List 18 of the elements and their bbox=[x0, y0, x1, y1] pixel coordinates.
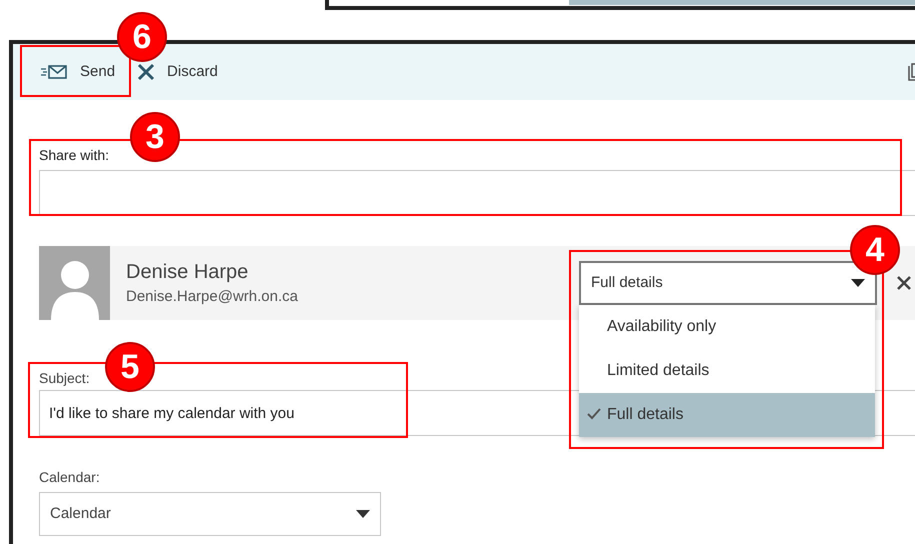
remove-icon[interactable] bbox=[897, 276, 911, 290]
menu-option[interactable]: Limited details bbox=[579, 349, 875, 393]
field-label: Calendar: bbox=[39, 468, 100, 486]
permission-dropdown[interactable]: Full details bbox=[579, 261, 877, 305]
caret-icon bbox=[356, 510, 370, 518]
caret-icon bbox=[851, 279, 865, 287]
menu-option[interactable]: Availability only bbox=[579, 305, 875, 349]
field-label: Subject: bbox=[39, 369, 90, 387]
step-badge: 6 bbox=[117, 12, 167, 62]
calendar-dropdown[interactable]: Calendar bbox=[39, 492, 381, 536]
close-icon bbox=[137, 63, 156, 81]
field-label: Share with: bbox=[39, 146, 110, 164]
check-icon bbox=[587, 408, 601, 420]
contact-name: Denise Harpe bbox=[126, 260, 250, 285]
send-mail-icon bbox=[40, 64, 68, 80]
share-with-field[interactable] bbox=[39, 170, 915, 216]
contact-email: Denise.Harpe@wrh.on.ca bbox=[126, 287, 299, 307]
menu-option[interactable]: Full details bbox=[579, 393, 875, 437]
